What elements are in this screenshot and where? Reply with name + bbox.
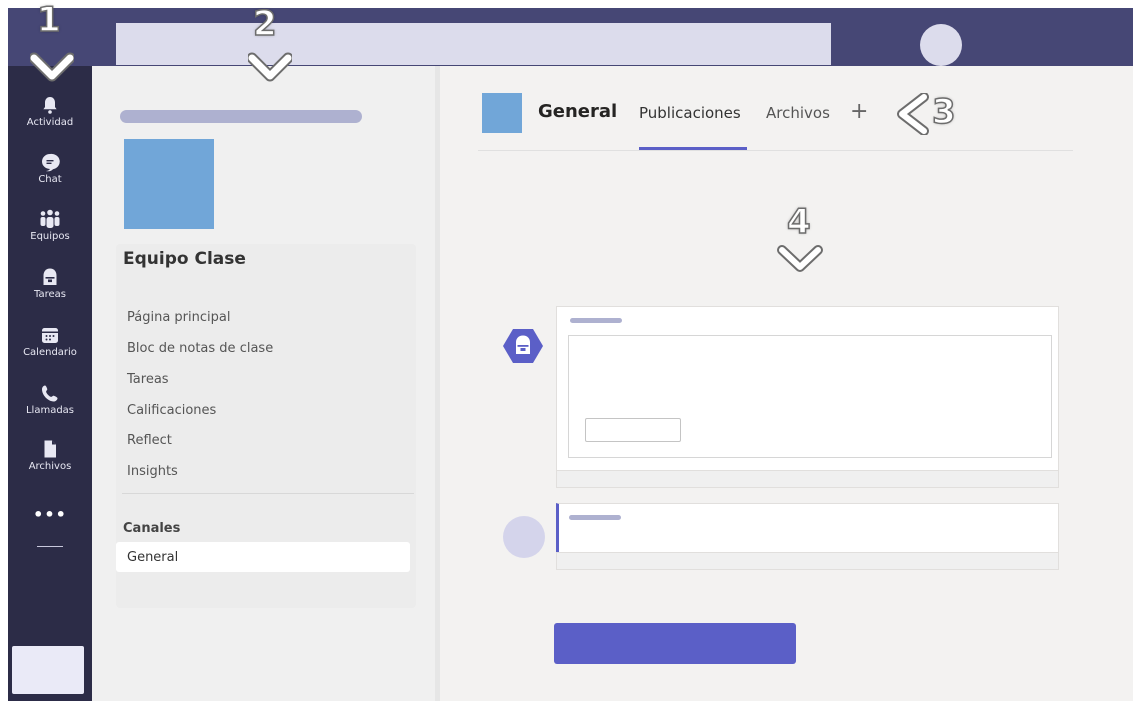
assignment-card[interactable] xyxy=(568,335,1052,458)
rail-label: Actividad xyxy=(26,117,74,128)
chat-icon xyxy=(42,153,60,172)
new-conversation-button[interactable] xyxy=(554,623,796,664)
nav-item-bloc-de-notas[interactable]: Bloc de notas de clase xyxy=(127,341,273,356)
rail-app-placeholder[interactable] xyxy=(12,646,84,694)
team-name: Equipo Clase xyxy=(123,249,246,269)
file-icon xyxy=(44,440,56,458)
phone-icon xyxy=(42,385,58,402)
post-card[interactable] xyxy=(556,503,1059,553)
more-apps-button[interactable]: ••• xyxy=(8,505,92,524)
teams-icon xyxy=(40,209,60,228)
reply-bar[interactable] xyxy=(556,470,1059,488)
channel-label: General xyxy=(127,550,179,565)
channel-icon xyxy=(482,93,522,133)
back-link-placeholder[interactable] xyxy=(120,110,362,123)
chevron-down-icon xyxy=(30,52,74,82)
nav-item-calificaciones[interactable]: Calificaciones xyxy=(127,403,216,418)
add-tab-button[interactable]: + xyxy=(850,99,868,124)
nav-item-pagina-principal[interactable]: Página principal xyxy=(127,310,230,325)
callout-3: 3 xyxy=(931,91,956,133)
view-assignment-button[interactable] xyxy=(585,418,681,442)
tab-baseline xyxy=(478,150,1073,151)
rail-item-archivos[interactable]: Archivos xyxy=(8,438,92,472)
search-bar[interactable] xyxy=(116,23,831,65)
app-window: Actividad Chat Equipos Tareas Calendario… xyxy=(8,8,1133,701)
chevron-left-icon xyxy=(897,93,929,135)
rail-item-chat[interactable]: Chat xyxy=(8,151,92,185)
backpack-icon xyxy=(43,268,57,285)
chevron-down-icon xyxy=(777,245,823,272)
reply-bar[interactable] xyxy=(556,552,1059,570)
rail-item-tareas[interactable]: Tareas xyxy=(8,266,92,300)
channels-heading: Canales xyxy=(123,521,181,536)
team-avatar xyxy=(124,139,214,229)
rail-label: Chat xyxy=(38,174,62,185)
panel-divider xyxy=(122,493,414,494)
nav-item-insights[interactable]: Insights xyxy=(127,464,178,479)
bell-icon xyxy=(43,97,57,114)
rail-item-calendario[interactable]: Calendario xyxy=(8,324,92,358)
channel-title: General xyxy=(538,101,618,122)
team-panel: Equipo Clase Página principal Bloc de no… xyxy=(92,66,435,701)
channel-main: General Publicaciones Archivos + xyxy=(440,66,1133,701)
rail-label: Calendario xyxy=(23,347,77,358)
calendar-icon xyxy=(42,328,58,343)
tab-archivos[interactable]: Archivos xyxy=(766,104,830,122)
avatar[interactable] xyxy=(920,24,962,66)
tab-publicaciones[interactable]: Publicaciones xyxy=(639,104,741,122)
avatar xyxy=(503,516,545,558)
callout-1: 1 xyxy=(36,0,61,41)
chevron-down-icon xyxy=(248,52,292,82)
post-author-placeholder xyxy=(569,515,621,520)
callout-4: 4 xyxy=(786,201,811,243)
rail-divider xyxy=(37,546,63,547)
assignments-bot-icon xyxy=(503,329,543,363)
rail-label: Equipos xyxy=(30,231,70,242)
rail-label: Archivos xyxy=(28,461,72,472)
channel-item-general[interactable]: General xyxy=(116,542,410,572)
rail-label: Tareas xyxy=(34,289,66,300)
post-card[interactable] xyxy=(556,306,1059,471)
rail-label: Llamadas xyxy=(25,405,75,416)
nav-item-tareas[interactable]: Tareas xyxy=(127,372,169,387)
nav-item-reflect[interactable]: Reflect xyxy=(127,433,172,448)
rail-item-actividad[interactable]: Actividad xyxy=(8,94,92,128)
app-rail: Actividad Chat Equipos Tareas Calendario… xyxy=(8,8,92,701)
top-bar xyxy=(8,8,1133,66)
rail-item-llamadas[interactable]: Llamadas xyxy=(8,382,92,416)
post-author-placeholder xyxy=(570,318,622,323)
callout-2: 2 xyxy=(252,3,277,45)
rail-item-equipos[interactable]: Equipos xyxy=(8,208,92,242)
